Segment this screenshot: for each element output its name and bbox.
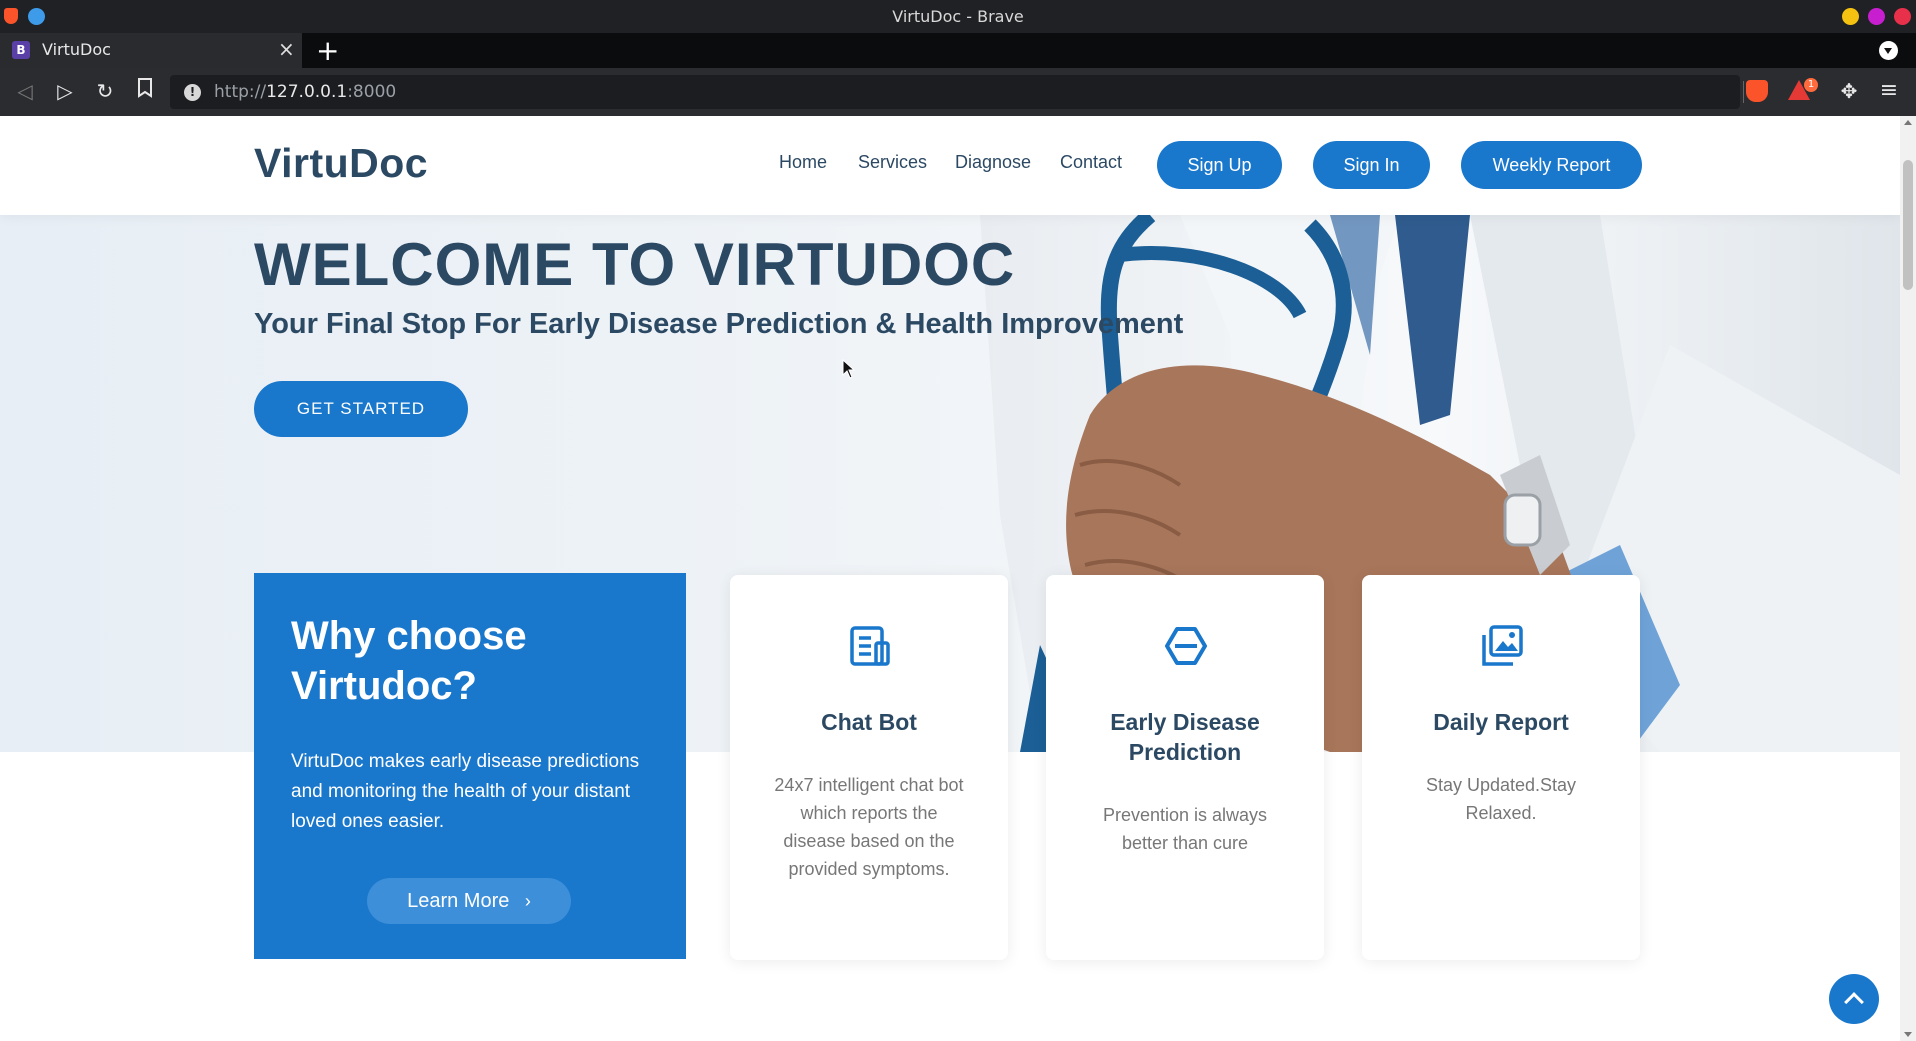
- card-title: Daily Report: [1433, 709, 1569, 735]
- card-text: Stay Updated.Stay Relaxed.: [1425, 775, 1577, 823]
- chevron-right-icon: ›: [524, 891, 531, 911]
- nav-home[interactable]: Home: [779, 152, 827, 173]
- tab-strip: B VirtuDoc × +: [0, 33, 1916, 68]
- hexagon-icon: [1165, 627, 1207, 665]
- window-titlebar: VirtuDoc - Brave: [0, 0, 1916, 33]
- weekly-report-button[interactable]: Weekly Report: [1461, 141, 1642, 189]
- nav-contact[interactable]: Contact: [1060, 152, 1122, 173]
- tab-title: VirtuDoc: [42, 40, 111, 59]
- tab-search-icon[interactable]: [1879, 41, 1898, 60]
- forward-button[interactable]: ▷: [52, 78, 78, 104]
- url-separator: [1743, 81, 1744, 103]
- learn-more-button[interactable]: Learn More ›: [367, 878, 571, 924]
- nav-services[interactable]: Services: [858, 152, 927, 173]
- scrollbar-thumb[interactable]: [1903, 160, 1913, 290]
- back-button[interactable]: ◁: [12, 78, 38, 104]
- nav-diagnose[interactable]: Diagnose: [955, 152, 1031, 173]
- bookmark-button[interactable]: [132, 78, 158, 104]
- card-chat-bot: Chat Bot 24x7 intelligent chat bot which…: [730, 575, 1008, 960]
- site-header: VirtuDoc Home Services Diagnose Contact …: [0, 116, 1900, 215]
- scroll-up-icon[interactable]: [1904, 120, 1912, 125]
- url-bar[interactable]: ! http://127.0.0.1:8000: [170, 75, 1744, 109]
- minimize-button[interactable]: [1842, 8, 1859, 25]
- page-scrollbar[interactable]: [1900, 116, 1916, 1041]
- why-description: VirtuDoc makes early disease predictions…: [291, 751, 640, 832]
- card-title: Early Disease Prediction: [1110, 709, 1260, 765]
- url-text[interactable]: http://127.0.0.1:8000: [214, 82, 396, 102]
- tab-close-icon[interactable]: ×: [278, 37, 295, 61]
- site-info-icon[interactable]: !: [184, 84, 201, 101]
- address-toolbar: ◁ ▷ ↻ ! http://127.0.0.1:8000 1 ✥ ≡: [0, 68, 1916, 116]
- menu-icon[interactable]: ≡: [1878, 80, 1900, 102]
- back-to-top-button[interactable]: [1829, 974, 1879, 1024]
- hero-title: WELCOME TO VIRTUDOC: [254, 231, 1016, 298]
- card-title: Chat Bot: [821, 709, 917, 735]
- brave-shields-icon[interactable]: [1746, 80, 1768, 102]
- scroll-down-icon[interactable]: [1904, 1032, 1912, 1037]
- rewards-badge: 1: [1804, 78, 1818, 92]
- card-daily-report: Daily Report Stay Updated.Stay Relaxed.: [1362, 575, 1640, 960]
- card-text: 24x7 intelligent chat bot which reports …: [774, 775, 964, 879]
- page-viewport: VirtuDoc Home Services Diagnose Contact …: [0, 116, 1900, 1041]
- new-tab-button[interactable]: +: [316, 33, 339, 68]
- window-title: VirtuDoc - Brave: [892, 7, 1024, 26]
- mouse-cursor-icon: [842, 359, 856, 379]
- learn-more-label: Learn More: [407, 890, 510, 912]
- sign-up-button[interactable]: Sign Up: [1157, 141, 1282, 189]
- maximize-button[interactable]: [1868, 8, 1885, 25]
- sign-in-button[interactable]: Sign In: [1313, 141, 1430, 189]
- card-early-disease-prediction: Early Disease Prediction Prevention is a…: [1046, 575, 1324, 960]
- get-started-button[interactable]: GET STARTED: [254, 381, 468, 437]
- close-window-button[interactable]: [1894, 8, 1911, 25]
- card-text: Prevention is always better than cure: [1102, 805, 1268, 853]
- bookmark-icon: [138, 78, 152, 98]
- document-icon: [850, 626, 890, 666]
- extensions-icon[interactable]: ✥: [1838, 80, 1860, 102]
- images-icon: [1482, 625, 1523, 666]
- tab-virtudoc[interactable]: B VirtuDoc ×: [0, 33, 302, 68]
- why-choose-box: Why choose Virtudoc? VirtuDoc makes earl…: [254, 573, 686, 959]
- why-title: Why choose Virtudoc?: [291, 614, 527, 708]
- tab-favicon: B: [12, 41, 30, 59]
- site-logo[interactable]: VirtuDoc: [254, 140, 428, 187]
- reload-button[interactable]: ↻: [92, 78, 118, 104]
- hero-subtitle: Your Final Stop For Early Disease Predic…: [254, 308, 1184, 340]
